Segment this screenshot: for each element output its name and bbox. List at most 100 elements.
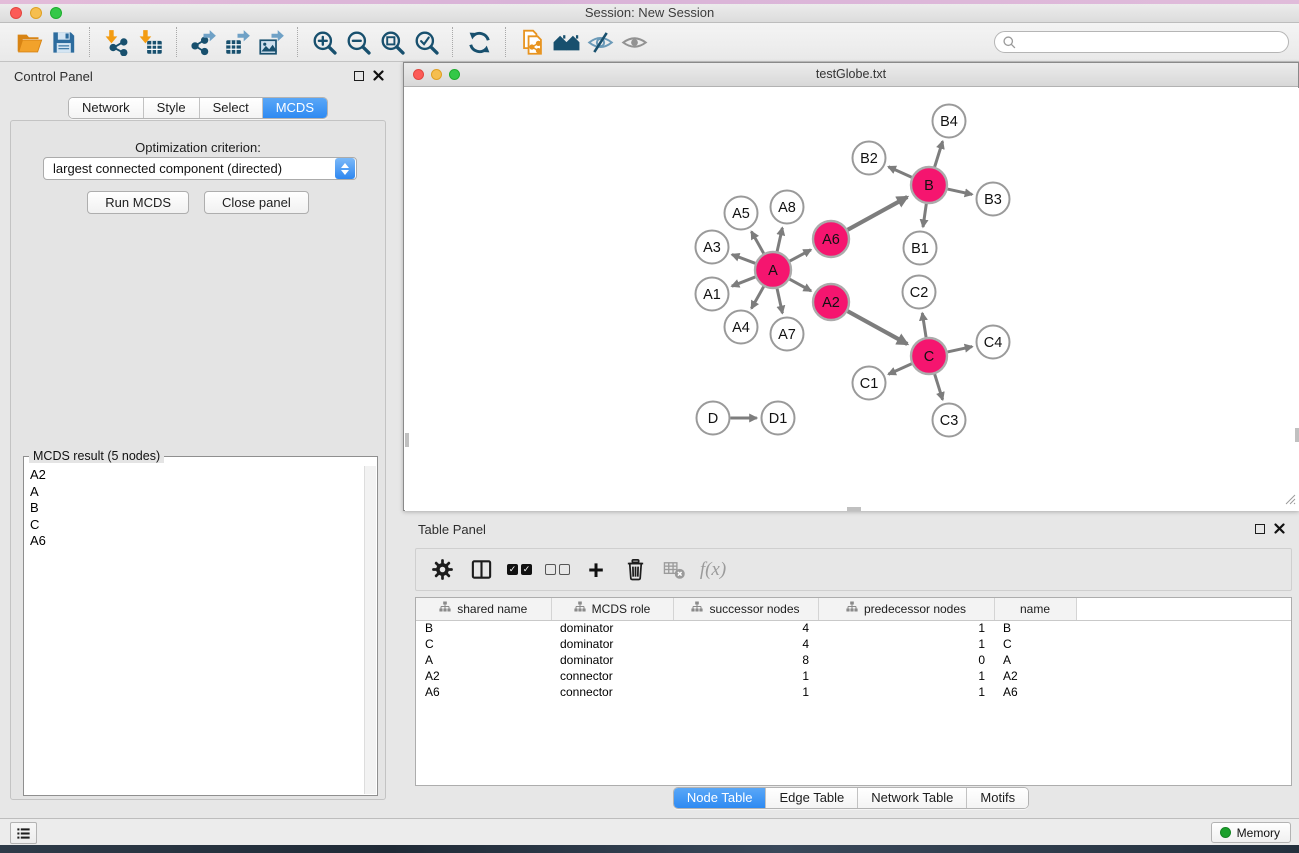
edge-A-A7[interactable] bbox=[777, 289, 782, 314]
table-cell[interactable]: dominator bbox=[551, 636, 673, 652]
edge-B-B3[interactable] bbox=[948, 189, 973, 194]
table-cell[interactable]: 1 bbox=[818, 668, 994, 684]
tab-mcds[interactable]: MCDS bbox=[262, 98, 327, 118]
mcds-result-item[interactable]: A2 bbox=[26, 467, 363, 484]
close-network-window-button[interactable] bbox=[413, 69, 424, 80]
table-cell[interactable]: B bbox=[994, 620, 1076, 636]
graph-node-C2[interactable]: C2 bbox=[903, 276, 936, 309]
import-table-icon[interactable] bbox=[133, 26, 167, 58]
table-cell[interactable]: A6 bbox=[994, 684, 1076, 700]
edge-A-A2[interactable] bbox=[790, 279, 811, 291]
column-header-shared-name[interactable]: shared name bbox=[416, 598, 551, 620]
mcds-result-item[interactable]: A bbox=[26, 484, 363, 501]
graph-node-B2[interactable]: B2 bbox=[853, 142, 886, 175]
close-panel-icon[interactable] bbox=[373, 70, 384, 81]
edge-A6-B[interactable] bbox=[848, 197, 908, 230]
graph-node-A5[interactable]: A5 bbox=[725, 197, 758, 230]
float-table-panel-icon[interactable] bbox=[1255, 524, 1265, 534]
table-cell[interactable]: 1 bbox=[673, 684, 818, 700]
table-row[interactable]: Adominator80A bbox=[416, 652, 1291, 668]
table-cell[interactable]: 1 bbox=[818, 636, 994, 652]
edge-A-A6[interactable] bbox=[790, 250, 811, 261]
table-cell[interactable]: C bbox=[994, 636, 1076, 652]
settings-gear-icon[interactable] bbox=[429, 557, 455, 583]
edge-A-A8[interactable] bbox=[777, 228, 782, 252]
graph-node-A2[interactable]: A2 bbox=[813, 284, 849, 320]
select-all-checkboxes-icon[interactable]: ✓✓ bbox=[507, 557, 532, 583]
open-file-icon[interactable] bbox=[12, 26, 46, 58]
memory-button[interactable]: Memory bbox=[1211, 822, 1291, 843]
import-network-icon[interactable] bbox=[99, 26, 133, 58]
graph-node-A8[interactable]: A8 bbox=[771, 191, 804, 224]
refresh-view-icon[interactable] bbox=[462, 26, 496, 58]
graph-node-A7[interactable]: A7 bbox=[771, 318, 804, 351]
graph-node-B3[interactable]: B3 bbox=[977, 183, 1010, 216]
graph-node-A4[interactable]: A4 bbox=[725, 311, 758, 344]
table-cell[interactable]: A2 bbox=[994, 668, 1076, 684]
graph-node-C[interactable]: C bbox=[911, 338, 947, 374]
table-cell[interactable]: 1 bbox=[818, 620, 994, 636]
h-scroll-stub[interactable] bbox=[405, 433, 409, 447]
export-table-icon[interactable] bbox=[220, 26, 254, 58]
edge-B-B2[interactable] bbox=[888, 167, 911, 177]
graph-node-B[interactable]: B bbox=[911, 167, 947, 203]
table-row[interactable]: Bdominator41B bbox=[416, 620, 1291, 636]
run-mcds-button[interactable]: Run MCDS bbox=[87, 191, 189, 214]
close-window-button[interactable] bbox=[10, 7, 22, 19]
table-cell[interactable]: connector bbox=[551, 668, 673, 684]
edge-B-B1[interactable] bbox=[923, 204, 926, 227]
close-panel-button[interactable]: Close panel bbox=[204, 191, 309, 214]
table-cell[interactable]: 4 bbox=[673, 620, 818, 636]
edge-B-B4[interactable] bbox=[935, 141, 943, 167]
column-layout-icon[interactable] bbox=[468, 557, 494, 583]
task-history-button[interactable] bbox=[10, 822, 37, 844]
graph-node-C3[interactable]: C3 bbox=[933, 404, 966, 437]
graph-node-A[interactable]: A bbox=[755, 252, 791, 288]
zoom-in-icon[interactable] bbox=[307, 26, 341, 58]
edge-C-C4[interactable] bbox=[948, 347, 973, 352]
table-cell[interactable]: 0 bbox=[818, 652, 994, 668]
search-field[interactable] bbox=[994, 31, 1289, 53]
column-header-successor-nodes[interactable]: successor nodes bbox=[673, 598, 818, 620]
graph-node-C4[interactable]: C4 bbox=[977, 326, 1010, 359]
b-scroll-stub[interactable] bbox=[847, 507, 861, 511]
v-scroll-stub[interactable] bbox=[1295, 428, 1299, 442]
edge-A-A1[interactable] bbox=[732, 277, 755, 286]
result-scrollbar[interactable] bbox=[364, 466, 376, 794]
edge-C-C3[interactable] bbox=[935, 374, 943, 400]
table-cell[interactable]: A6 bbox=[416, 684, 551, 700]
duplicate-network-icon[interactable] bbox=[515, 26, 549, 58]
zoom-fit-icon[interactable] bbox=[375, 26, 409, 58]
graph-node-A3[interactable]: A3 bbox=[696, 231, 729, 264]
add-column-icon[interactable]: + bbox=[583, 557, 609, 583]
close-table-panel-icon[interactable] bbox=[1274, 523, 1285, 534]
minimize-window-button[interactable] bbox=[30, 7, 42, 19]
graph-node-B4[interactable]: B4 bbox=[933, 105, 966, 138]
table-cell[interactable]: B bbox=[416, 620, 551, 636]
zoom-out-icon[interactable] bbox=[341, 26, 375, 58]
tab-network-table[interactable]: Network Table bbox=[857, 788, 966, 808]
table-cell[interactable]: C bbox=[416, 636, 551, 652]
mcds-result-item[interactable]: B bbox=[26, 500, 363, 517]
export-network-icon[interactable] bbox=[186, 26, 220, 58]
edge-C-C1[interactable] bbox=[888, 364, 911, 374]
table-cell[interactable]: dominator bbox=[551, 652, 673, 668]
minimize-network-window-button[interactable] bbox=[431, 69, 442, 80]
table-cell[interactable]: A2 bbox=[416, 668, 551, 684]
mcds-result-item[interactable]: A6 bbox=[26, 533, 363, 550]
home-layout-icon[interactable] bbox=[549, 26, 583, 58]
tab-node-table[interactable]: Node Table bbox=[674, 788, 766, 808]
graph-node-B1[interactable]: B1 bbox=[904, 232, 937, 265]
graph-node-D1[interactable]: D1 bbox=[762, 402, 795, 435]
table-row[interactable]: A2connector11A2 bbox=[416, 668, 1291, 684]
edge-A-A3[interactable] bbox=[732, 255, 755, 264]
tab-motifs[interactable]: Motifs bbox=[966, 788, 1028, 808]
table-cell[interactable]: connector bbox=[551, 684, 673, 700]
table-cell[interactable]: 1 bbox=[818, 684, 994, 700]
column-header-mcds-role[interactable]: MCDS role bbox=[551, 598, 673, 620]
zoom-window-button[interactable] bbox=[50, 7, 62, 19]
optimization-criterion-dropdown[interactable]: largest connected component (directed) bbox=[43, 157, 357, 180]
table-row[interactable]: A6connector11A6 bbox=[416, 684, 1291, 700]
graph-node-C1[interactable]: C1 bbox=[853, 367, 886, 400]
edge-A2-C[interactable] bbox=[848, 311, 908, 344]
